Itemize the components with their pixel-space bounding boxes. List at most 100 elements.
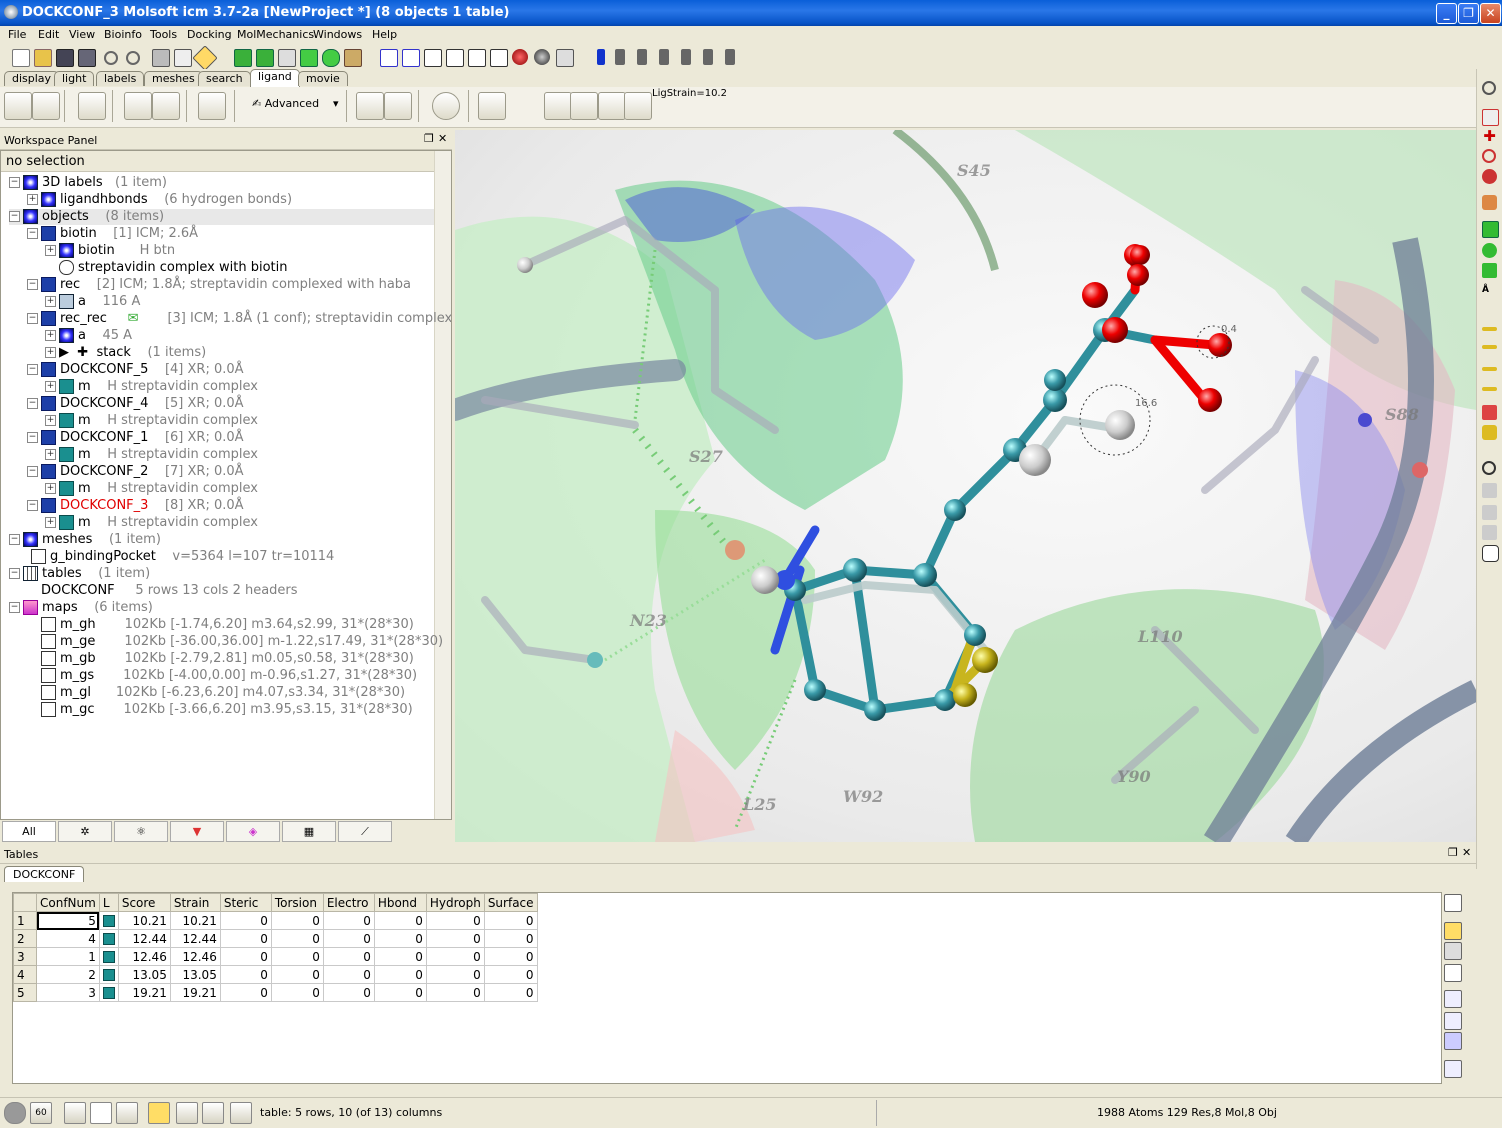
close-panel-icon[interactable]: ✕ [438,132,447,145]
clip-front-move-icon[interactable] [1482,327,1497,331]
tree-dockconf-4-m[interactable]: + m H streptavidin complex [45,413,258,429]
table-cell[interactable]: 0 [322,965,375,984]
plot-icon[interactable] [1444,1060,1462,1078]
pocket-icon[interactable] [478,92,506,120]
column-header[interactable]: Surface [483,893,538,912]
tree-map-ge[interactable]: m_ge 102Kb [-36.00,36.00] m-1.22,s17.49,… [41,634,443,650]
table-cell[interactable]: 0 [270,965,324,984]
tree-dockconf-1[interactable]: − DOCKCONF_1 [6] XR; 0.0Å [27,430,244,446]
table-cell[interactable]: 0 [483,911,538,930]
table-cell[interactable]: 0 [270,911,324,930]
wand-icon[interactable] [556,49,574,67]
table-cell[interactable]: 13.05 [169,965,221,984]
view-icon[interactable] [1444,990,1462,1008]
table-cell[interactable]: 0 [483,929,538,948]
tab-search[interactable]: search [198,71,251,86]
settings-icon[interactable] [230,1102,252,1124]
filter-alignments-tab[interactable]: ⟋ [338,821,392,842]
tree-rec-rec-a[interactable]: + a 45 A [45,328,132,344]
tab-meshes[interactable]: meshes [144,71,203,86]
stereo-icon[interactable] [402,49,420,67]
tree-map-gh[interactable]: m_gh 102Kb [-1.74,6.20] m3.64,s2.99, 31*… [41,617,414,633]
shadow-icon[interactable] [534,49,550,65]
list-view-icon[interactable] [1444,1012,1462,1030]
molecule-scene[interactable]: S45 S27 N23 L110 Y90 S88 L25 W92 0.4 16.… [455,130,1476,842]
restore-button[interactable]: ❐ [1458,3,1479,24]
wrench-icon[interactable] [1444,894,1462,912]
table-row[interactable]: 2 4 12.44 12.44 0 0 0 0 0 0 [13,929,538,948]
undo-icon[interactable] [104,51,118,65]
tree-3d-labels[interactable]: −3D labels (1 item) [9,175,167,191]
clip-icon-3[interactable] [659,49,669,65]
table-cell[interactable]: 3 [36,983,100,1002]
column-header[interactable]: Electro [322,893,375,912]
filter-chem-tab[interactable]: ⚛ [114,821,168,842]
menu-view[interactable]: View [69,28,95,41]
table-cell[interactable]: 0 [425,983,485,1002]
select-sphere-icon[interactable] [322,49,340,67]
zoom-icon[interactable] [1482,149,1496,163]
tree-dockconf-4[interactable]: − DOCKCONF_4 [5] XR; 0.0Å [27,396,244,412]
distance-icon[interactable]: Å [1482,285,1497,300]
lock-clip-icon[interactable] [1482,425,1497,440]
table-cell[interactable] [98,983,119,1002]
column-header[interactable]: ConfNum [36,893,100,912]
column-header[interactable]: Score [117,893,171,912]
clip-icon-1[interactable] [615,49,625,65]
column-header[interactable]: Hydroph [425,893,485,912]
close-button[interactable]: ✕ [1480,3,1501,24]
lasso-icon[interactable] [1482,243,1497,258]
close-panel-icon[interactable]: ✕ [1462,846,1471,859]
clip-icon-2[interactable] [637,49,647,65]
filter-maps-tab[interactable]: ◈ [226,821,280,842]
select-green-icon[interactable] [1482,221,1499,238]
table-cell[interactable] [98,929,119,948]
new-file-icon[interactable] [12,49,30,67]
redo-icon[interactable] [126,51,140,65]
tree-map-gs[interactable]: m_gs 102Kb [-4.00,0.00] m-0.96,s1.27, 31… [41,668,417,684]
tab-display[interactable]: display [4,71,60,86]
eye-icon[interactable] [202,1102,224,1124]
chart-icon[interactable] [152,92,180,120]
open-folder-icon[interactable] [34,49,52,67]
tree-meshes[interactable]: − meshes (1 item) [9,532,161,548]
tree-biotin-description[interactable]: streptavidin complex with biotin [59,260,288,276]
cross-select-icon[interactable] [1482,263,1497,278]
clip-front-icon[interactable] [597,49,605,65]
float-icon[interactable]: ❐ [1448,846,1458,859]
table-cell[interactable]: 0 [270,947,324,966]
table-cell[interactable]: 0 [219,965,272,984]
pdb-icon[interactable] [152,49,170,67]
table-cell[interactable]: 19.21 [169,983,221,1002]
clip-back-move-icon[interactable] [1482,345,1497,349]
select-move-icon[interactable] [300,49,318,67]
select-box-icon[interactable] [344,49,362,67]
tree-rec-rec-object[interactable]: − rec_rec ✉ [3] ICM; 1.8Å (1 conf); strep… [27,311,451,327]
tree-dockconf-3-m[interactable]: + m H streptavidin complex [45,515,258,531]
strain-icon[interactable] [544,92,572,120]
var-icon[interactable] [598,92,626,120]
tree-objects[interactable]: − objects (8 items) [9,209,434,225]
table-cell[interactable]: 0 [373,965,427,984]
table-cell[interactable]: 0 [425,929,485,948]
color-pick-icon[interactable] [506,92,532,118]
menu-help[interactable]: Help [372,28,397,41]
table-cell[interactable] [98,965,119,984]
binoculars-icon[interactable] [1444,942,1462,960]
table-cell[interactable]: 4 [36,929,100,948]
spin-icon[interactable] [1482,169,1497,184]
table-cell[interactable]: 10.21 [117,911,171,930]
dockconf-table[interactable]: ConfNum L Score Strain Steric Torsion El… [12,892,1442,1084]
tab-labels[interactable]: labels [96,71,145,86]
workspace-scrollbar[interactable] [434,151,451,819]
table-row[interactable]: 4 2 13.05 13.05 0 0 0 0 0 0 [13,965,538,984]
menu-windows[interactable]: Windows [313,28,362,41]
table-cell[interactable]: 0 [270,983,324,1002]
tab-dockconf[interactable]: DOCKCONF [4,866,85,882]
undo-rotate-icon[interactable] [356,92,384,120]
table-cell[interactable]: 0 [373,983,427,1002]
move-icon[interactable]: ✚ [1482,129,1497,144]
layout-switch-icon[interactable] [148,1102,170,1124]
select-residue-icon[interactable] [234,49,252,67]
menu-molmechanics[interactable]: MolMechanics [237,28,314,41]
